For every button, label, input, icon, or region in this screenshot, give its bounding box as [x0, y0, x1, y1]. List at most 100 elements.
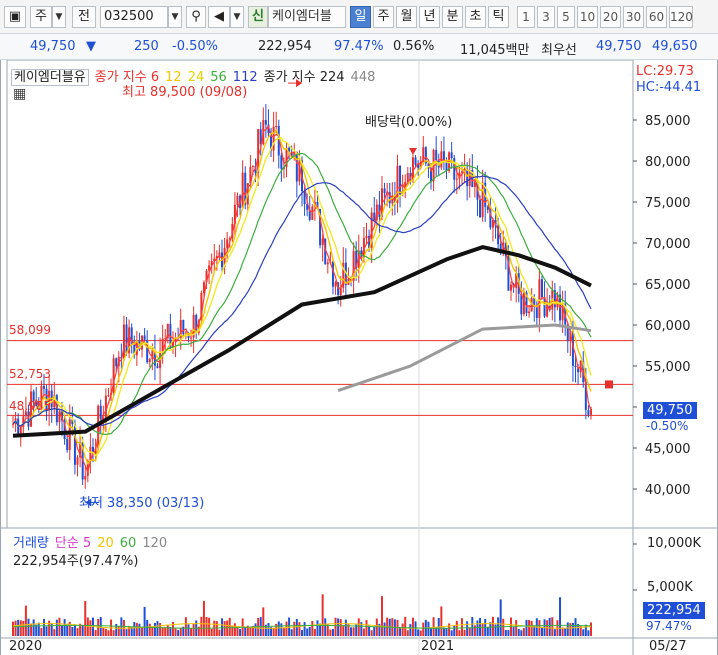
volume-bar	[489, 622, 492, 636]
period-tab-3[interactable]: 년	[419, 6, 440, 28]
volume-bar	[458, 630, 461, 636]
interval-tab-5[interactable]: 5	[557, 6, 575, 28]
volume-bar	[551, 617, 554, 636]
volume-bar	[491, 616, 494, 636]
volume-bar	[417, 629, 420, 636]
grid-toggle-icon[interactable]: ▦	[13, 86, 26, 102]
interval-tab-20[interactable]: 20	[600, 6, 621, 28]
stock-name-field[interactable]: 케이엠더블	[268, 6, 346, 28]
volume-ma20[interactable]: 20	[97, 536, 114, 551]
volume-bar	[37, 622, 40, 636]
volume-bar	[515, 620, 518, 636]
volume-bar	[164, 627, 167, 636]
candle-body	[241, 172, 244, 209]
candle-body	[143, 335, 146, 341]
market-select[interactable]: 전	[72, 6, 96, 28]
candle-body	[450, 152, 453, 159]
volume-bar	[76, 628, 79, 636]
volume-ma-label[interactable]: 단순 5	[55, 536, 91, 551]
volume-bar	[277, 621, 280, 636]
volume-bar	[561, 627, 564, 636]
volume-bar	[205, 616, 208, 636]
code-dropdown-icon[interactable]: ▼	[168, 6, 182, 28]
volume-bar	[440, 606, 443, 636]
volume-bar	[135, 622, 138, 636]
candle-body	[455, 178, 458, 180]
y-tick-label: 65,000	[645, 278, 691, 293]
volume-bar	[66, 624, 69, 636]
volume-bar	[174, 628, 177, 636]
volume-bar	[104, 628, 107, 636]
type-select[interactable]: 주	[30, 6, 52, 28]
volume-bar	[430, 627, 433, 636]
volume-legend-label[interactable]: 거래량	[13, 536, 49, 551]
volume-ratio: 97.47%	[334, 39, 384, 54]
volume-bar	[450, 630, 453, 636]
volume-bar	[582, 629, 585, 636]
period-tab-2[interactable]: 월	[396, 6, 417, 28]
lc-label: LC:29.73	[636, 64, 694, 79]
candle-body	[373, 212, 376, 221]
volume-bar	[463, 629, 466, 636]
interval-tab-120[interactable]: 120	[669, 6, 693, 28]
volume-bar	[200, 616, 203, 636]
interval-tab-10[interactable]: 10	[577, 6, 598, 28]
volume-bar	[399, 627, 402, 636]
legend-ma2-label[interactable]: 종가 지수 224	[264, 70, 345, 85]
interval-tab-3[interactable]: 3	[537, 6, 555, 28]
price-change: 250	[134, 39, 159, 54]
period-tab-1[interactable]: 주	[373, 6, 394, 28]
chart-panel[interactable]: 40,00045,00050,00055,00060,00065,00070,0…	[0, 60, 718, 655]
candle-body	[66, 439, 69, 451]
legend-ma448[interactable]: 448	[351, 70, 376, 85]
speaker-dropdown-icon[interactable]: ▼	[230, 6, 244, 28]
volume-bar	[350, 627, 353, 636]
volume-bar	[311, 620, 314, 636]
volume-axis-top: 10,000K	[647, 536, 702, 551]
volume-bar	[453, 625, 456, 636]
type-dropdown-icon[interactable]: ▼	[52, 6, 66, 28]
volume-bar	[528, 620, 531, 636]
volume-bar	[460, 618, 463, 636]
volume-bar	[138, 623, 141, 636]
candle-body	[466, 168, 469, 187]
ma448-line	[337, 323, 592, 393]
candle-body	[236, 195, 239, 205]
stock-code-input[interactable]: 032500	[100, 6, 168, 28]
candle-body	[125, 324, 128, 354]
volume-ma60[interactable]: 60	[120, 536, 137, 551]
period-tab-5[interactable]: 초	[465, 6, 486, 28]
volume-ma120[interactable]: 120	[142, 536, 167, 551]
y-tick-label: 45,000	[645, 442, 691, 457]
volume-bar	[344, 619, 347, 636]
volume-bar	[571, 622, 574, 636]
volume-bar	[166, 625, 169, 636]
period-tab-4[interactable]: 분	[442, 6, 463, 28]
volume-bar	[272, 628, 275, 636]
interval-tab-1[interactable]: 1	[517, 6, 535, 28]
candle-body	[365, 235, 368, 239]
volume-bar	[249, 627, 252, 636]
x-label-2021: 2021	[421, 639, 455, 654]
dividend-arrow-icon	[409, 148, 417, 155]
candle-body	[479, 199, 482, 218]
speaker-icon[interactable]: ◀	[208, 6, 230, 28]
search-icon[interactable]: ⚲	[186, 6, 206, 28]
ma224-line	[12, 245, 592, 438]
chart-menu-icon[interactable]: ▣	[4, 6, 26, 28]
volume-bar	[94, 630, 97, 636]
interval-tab-60[interactable]: 60	[646, 6, 667, 28]
current-marker	[605, 380, 613, 389]
period-tab-6[interactable]: 틱	[488, 6, 509, 28]
interval-tab-30[interactable]: 30	[623, 6, 644, 28]
y-tick-label: 80,000	[645, 155, 691, 170]
legend-stock-name[interactable]: 케이엠더블유	[11, 69, 89, 86]
volume-bar	[445, 628, 448, 636]
low-annotation: 최저 38,350 (03/13)	[79, 496, 205, 511]
period-tab-0[interactable]: 일	[350, 6, 371, 28]
volume-bar	[61, 624, 64, 636]
volume-bar	[236, 627, 239, 636]
volume-bar	[228, 617, 231, 636]
volume-bar	[331, 629, 334, 636]
volume-pct-tag: 97.47%	[646, 619, 692, 633]
